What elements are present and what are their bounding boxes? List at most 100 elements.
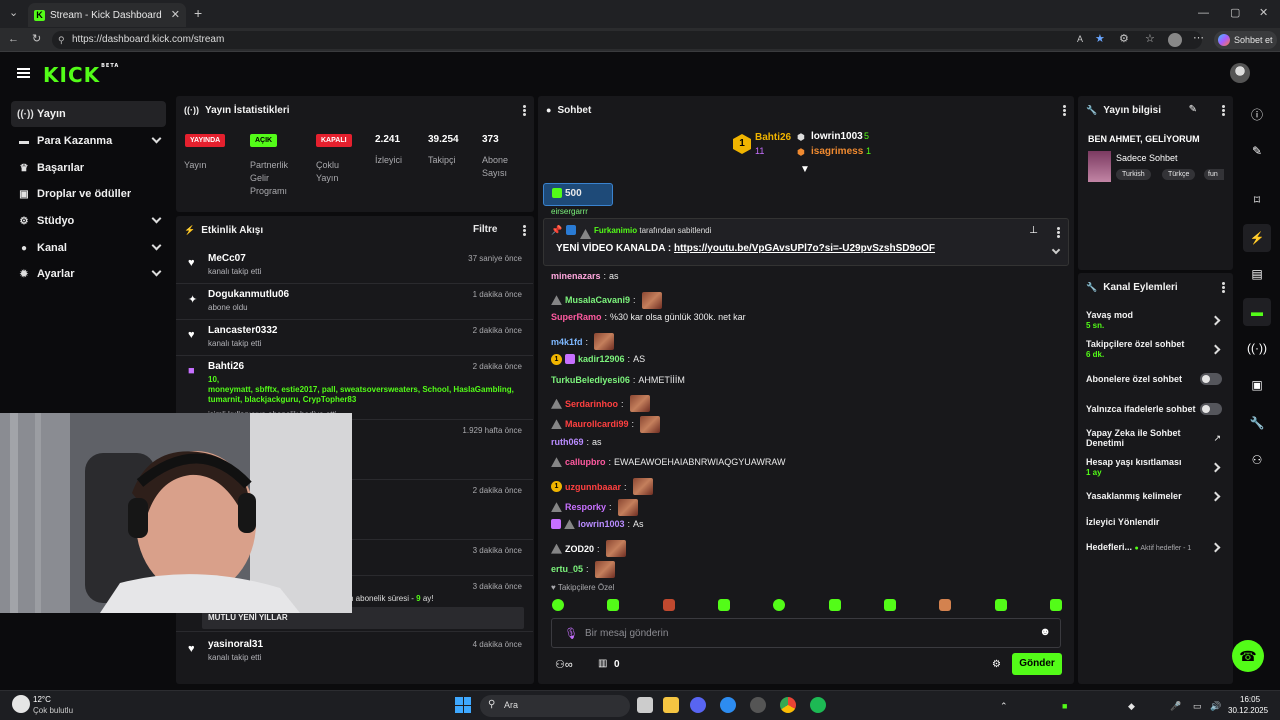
chat-username[interactable]: ertu_05	[551, 564, 583, 574]
kebab-menu-icon[interactable]	[523, 105, 526, 116]
tray-overflow-icon[interactable]: ⌃	[1000, 701, 1008, 712]
activity-user[interactable]: Lancaster0332	[208, 325, 278, 336]
kick-logo[interactable]: KICKBETA	[43, 63, 119, 87]
emote-image[interactable]	[594, 333, 615, 351]
chat-username[interactable]: Resporky	[565, 502, 606, 512]
taskbar-search[interactable]: ⚲ Ara	[480, 695, 630, 717]
kebab-menu-icon[interactable]	[1222, 282, 1225, 293]
chat-username[interactable]: uzgunnbaaar	[565, 482, 621, 492]
external-link-icon[interactable]: ↗	[1213, 433, 1221, 444]
clock-date[interactable]: 30.12.2025	[1228, 706, 1268, 715]
tag-pill[interactable]: Türkçe	[1162, 169, 1196, 180]
emote-image[interactable]	[632, 478, 653, 495]
chat-username[interactable]: kadir12906	[578, 354, 625, 364]
activity-user[interactable]: MeCc07	[208, 253, 246, 264]
emote-image[interactable]	[640, 415, 661, 433]
back-icon[interactable]: ←	[8, 34, 19, 45]
weather-icon[interactable]	[12, 695, 30, 713]
edit-pencil-icon[interactable]: ✎	[1189, 104, 1197, 115]
sidebar-item-ayarlar[interactable]: ✹ Ayarlar	[11, 261, 166, 287]
chat-username[interactable]: ZOD20	[565, 544, 594, 554]
sidebar-item-kanal[interactable]: ● Kanal	[11, 235, 166, 261]
layout-icon[interactable]: ▣	[1243, 371, 1271, 399]
chat-username[interactable]: m4k1fd	[551, 337, 583, 347]
activity-user[interactable]: Dogukanmutlu06	[208, 289, 289, 300]
chat-username[interactable]: TurkuBelediyesi06	[551, 375, 630, 385]
tag-pill[interactable]: Turkish	[1116, 169, 1151, 180]
site-info-icon[interactable]: ⚲	[58, 31, 65, 49]
microphone-tray-icon[interactable]: 🎤	[1170, 701, 1181, 712]
chat-input-box[interactable]: 🎙 Bir mesaj gönderin ☻	[551, 618, 1061, 648]
file-explorer-icon[interactable]	[663, 697, 679, 713]
emote-only-toggle[interactable]	[1200, 403, 1222, 415]
emote-icon[interactable]	[1049, 599, 1062, 611]
chat-username[interactable]: MusalaCavani9	[565, 295, 630, 305]
emote-image[interactable]	[594, 560, 615, 578]
tray-app-icon[interactable]: ■	[1062, 701, 1067, 711]
maximize-icon[interactable]: ▢	[1230, 8, 1240, 19]
pinned-by-user[interactable]: Furkanimio	[594, 226, 637, 235]
emote-image[interactable]	[605, 540, 626, 558]
network-icon[interactable]: ▭	[1193, 701, 1202, 712]
kebab-menu-icon[interactable]	[1222, 105, 1225, 116]
more-menu-icon[interactable]: ⋯	[1193, 33, 1204, 44]
action-ai-moderation[interactable]: Yapay Zeka ile Sohbet Denetimi	[1086, 428, 1206, 448]
tab-list-icon[interactable]: ⌄	[9, 8, 18, 19]
chat-username[interactable]: Maurollcardi99	[565, 419, 629, 429]
action-goals[interactable]: Hedefleri... ● Aktif hedefler - 1	[1086, 542, 1226, 552]
emote-icon[interactable]	[552, 599, 564, 611]
sidebar-item-basarilar[interactable]: ♛ Başarılar	[11, 155, 166, 181]
windows-start-icon[interactable]	[455, 697, 471, 713]
support-chat-button[interactable]: ☎	[1232, 640, 1264, 672]
leaderboard-third-name[interactable]: isagrimess	[811, 146, 863, 157]
chat-username[interactable]: callupbro	[565, 457, 606, 467]
community-infinite-icon[interactable]: ⚇∞	[555, 658, 573, 671]
kebab-menu-icon[interactable]	[523, 225, 526, 236]
volume-icon[interactable]: 🔊	[1210, 701, 1221, 712]
info-icon[interactable]: ⓘ	[1243, 100, 1271, 128]
filter-button[interactable]: Filtre	[473, 224, 497, 235]
tray-app-icon[interactable]: ◆	[1128, 701, 1135, 712]
emote-image[interactable]	[641, 291, 662, 309]
edge-icon[interactable]	[720, 697, 736, 713]
favorite-star-icon[interactable]: ★	[1095, 34, 1105, 45]
emote-icon[interactable]	[662, 599, 675, 611]
emoji-picker-icon[interactable]: ☻	[1039, 626, 1051, 638]
chat-username[interactable]: minenazars	[551, 271, 601, 281]
copilot-chat-button[interactable]: Sohbet et	[1214, 31, 1277, 49]
emote-icon[interactable]	[717, 599, 730, 611]
spotify-icon[interactable]	[810, 697, 826, 713]
kicks-pinned-pill[interactable]: 500	[543, 183, 613, 206]
close-tab-icon[interactable]: ✕	[171, 8, 180, 21]
obs-icon[interactable]	[750, 697, 766, 713]
chat-username[interactable]: SuperRamo	[551, 312, 602, 322]
sidebar-item-droplar[interactable]: ▣ Droplar ve ödüller	[11, 181, 166, 207]
emote-icon[interactable]	[883, 599, 896, 611]
notes-icon[interactable]: ▤	[1243, 260, 1271, 288]
subscribers-only-toggle[interactable]	[1200, 373, 1222, 385]
pinned-link[interactable]: https://youtu.be/VpGAvsUPl7o?si=-U29pvSz…	[674, 243, 935, 254]
browser-tab[interactable]: K Stream - Kick Dashboard ✕	[28, 3, 186, 27]
leaderboard-second-name[interactable]: lowrin1003	[811, 131, 863, 142]
chat-icon[interactable]: ▬	[1243, 298, 1271, 326]
task-view-icon[interactable]	[637, 697, 653, 713]
community-icon[interactable]: ⚇	[1243, 446, 1271, 474]
url-field[interactable]: ⚲ https://dashboard.kick.com/stream	[52, 31, 1202, 49]
new-tab-button[interactable]: +	[194, 6, 202, 20]
discord-icon[interactable]	[690, 697, 706, 713]
reload-icon[interactable]: ↻	[32, 34, 41, 45]
sidebar-item-yayin[interactable]: ((·)) Yayın	[11, 101, 166, 127]
emote-image[interactable]	[629, 395, 650, 413]
screenshot-icon[interactable]: ⌑	[1243, 186, 1271, 214]
profile-avatar[interactable]	[1168, 33, 1182, 47]
microphone-icon[interactable]: 🎙	[564, 627, 578, 640]
category-name[interactable]: Sadece Sohbet	[1116, 153, 1178, 163]
emote-icon[interactable]	[773, 599, 786, 611]
close-window-icon[interactable]: ✕	[1259, 8, 1268, 19]
emote-icon[interactable]	[828, 599, 841, 611]
sidebar-item-para-kazanma[interactable]: ▬ Para Kazanma	[11, 128, 166, 154]
minimize-icon[interactable]: —	[1198, 8, 1209, 19]
sidebar-item-studyo[interactable]: ⚙ Stüdyo	[11, 208, 166, 234]
read-aloud-icon[interactable]: A	[1077, 35, 1083, 44]
broadcast-icon[interactable]: ((·))	[1243, 334, 1271, 362]
